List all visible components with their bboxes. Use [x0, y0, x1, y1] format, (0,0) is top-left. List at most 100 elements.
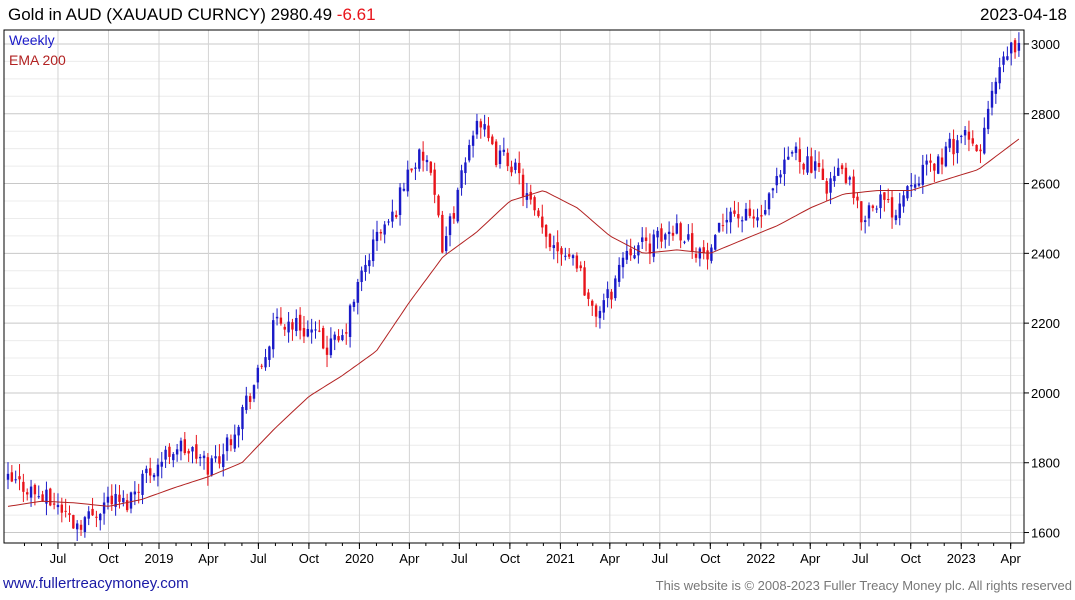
candle-body: [660, 228, 663, 242]
candle-body: [321, 328, 325, 349]
candle-body: [156, 464, 160, 477]
candle-body: [694, 253, 698, 258]
candle-body: [87, 511, 90, 519]
candle-body: [129, 492, 133, 509]
candle-body: [779, 174, 782, 178]
candle-body: [913, 184, 917, 188]
candle-body: [172, 454, 175, 461]
y-tick-label: 1800: [1031, 456, 1060, 471]
candle-body: [137, 491, 140, 493]
candle-body: [979, 149, 982, 152]
candle-body: [141, 473, 144, 495]
y-tick-label: 2400: [1031, 246, 1060, 261]
candle-body: [264, 357, 267, 368]
candle-body: [425, 159, 429, 163]
candle-body: [145, 468, 148, 474]
candle-body: [475, 120, 479, 135]
footer-link[interactable]: www.fullertreacymoney.com: [3, 575, 189, 592]
candle-body: [906, 186, 909, 199]
candle-body: [368, 260, 371, 267]
x-tick-label: Jul: [852, 551, 869, 566]
candle-body: [379, 231, 383, 234]
candle-body: [852, 176, 855, 199]
candle-body: [541, 216, 544, 228]
candle-body: [14, 479, 17, 481]
candle-body: [498, 150, 502, 165]
candle-body: [817, 163, 821, 167]
candle-body: [471, 135, 475, 146]
candle-body: [598, 310, 602, 319]
x-tick-label: Oct: [700, 551, 721, 566]
candle-body: [479, 121, 482, 128]
candle-body: [667, 231, 671, 235]
x-tick-label: Oct: [901, 551, 922, 566]
candle-body: [402, 188, 406, 191]
candle-body: [714, 235, 717, 250]
candle-body: [164, 449, 167, 460]
x-tick-label: Apr: [800, 551, 821, 566]
candle-body: [60, 504, 64, 513]
candle-body: [248, 396, 252, 402]
candle-body: [990, 90, 994, 108]
candle-body: [95, 516, 98, 518]
candle-body: [860, 201, 863, 223]
x-tick-label: Oct: [299, 551, 320, 566]
candle-body: [936, 156, 940, 174]
candle-body: [844, 167, 848, 183]
candle-body: [771, 188, 775, 191]
candle-body: [202, 455, 206, 459]
candle-body: [187, 450, 190, 454]
candle-body: [925, 160, 928, 165]
candle-body: [986, 108, 990, 130]
candle-body: [567, 254, 571, 257]
candle-body: [433, 169, 436, 195]
candle-body: [329, 338, 333, 356]
axis-layer: 1600 1800 2000 2200 2400 2600 2800 3000 Jul Oct 20…: [23, 37, 1060, 566]
candle-body: [252, 385, 256, 399]
candle-body: [617, 264, 621, 282]
candle-body: [564, 255, 567, 257]
candle-body: [152, 474, 156, 478]
candle-body: [229, 439, 233, 446]
candle-body: [687, 234, 690, 240]
candle-body: [206, 457, 210, 475]
candle-body: [468, 145, 471, 161]
candle-body: [222, 454, 225, 468]
candle-body: [510, 166, 513, 173]
candle-body: [149, 468, 152, 476]
candle-body: [933, 163, 936, 171]
candle-body: [894, 215, 898, 221]
candle-body: [102, 502, 106, 514]
candle-body: [302, 328, 306, 337]
candle-body: [33, 484, 37, 495]
y-tick-label: 1600: [1031, 526, 1060, 541]
candle-body: [644, 237, 648, 241]
candle-body: [83, 517, 87, 532]
candle-body: [272, 320, 275, 350]
candle-body: [556, 242, 559, 252]
candle-body: [375, 231, 379, 242]
candle-body: [898, 203, 901, 218]
x-tick-label: Jul: [451, 551, 468, 566]
candle-body: [518, 162, 521, 174]
candle-body: [764, 210, 767, 215]
candle-body: [383, 224, 386, 235]
candle-body: [49, 488, 52, 506]
candle-body: [621, 257, 625, 268]
candle-body: [437, 195, 440, 216]
candle-body: [917, 183, 921, 186]
candle-body: [345, 332, 348, 334]
candle-body: [575, 255, 579, 269]
x-tick-label: Apr: [1001, 551, 1022, 566]
candle-body: [406, 169, 409, 192]
x-tick-label: 2022: [746, 551, 775, 566]
candle-body: [195, 444, 198, 459]
candle-body: [225, 437, 229, 452]
candle-body: [183, 439, 187, 454]
candle-body: [606, 289, 609, 299]
candle-body: [821, 168, 825, 181]
candle-body: [125, 500, 129, 511]
candle-body: [610, 291, 613, 300]
candle-body: [994, 81, 998, 94]
candle-body: [506, 152, 509, 167]
